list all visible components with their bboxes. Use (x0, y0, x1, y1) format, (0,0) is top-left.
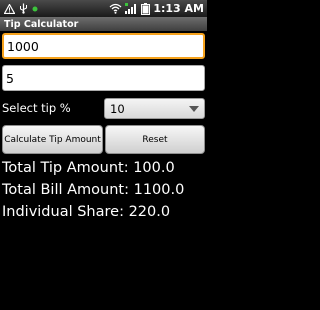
wifi-icon (109, 3, 122, 14)
app-title: Tip Calculator (4, 18, 79, 30)
people-count-field[interactable] (2, 65, 205, 91)
tip-percent-dropdown[interactable]: 10 (104, 98, 205, 119)
title-bar: Tip Calculator (0, 17, 207, 31)
total-bill-text: Total Bill Amount: 1100.0 (2, 182, 185, 198)
chevron-down-icon (189, 105, 199, 112)
warning-icon (4, 3, 15, 14)
bill-amount-input[interactable] (4, 35, 203, 57)
status-clock: 1:13 AM (153, 2, 204, 15)
signal-icon (125, 3, 138, 14)
total-tip-text: Total Tip Amount: 100.0 (2, 160, 175, 176)
calculate-tip-button[interactable]: Calculate Tip Amount (2, 125, 103, 154)
status-bar: 1:13 AM (0, 0, 207, 17)
individual-share-text: Individual Share: 220.0 (2, 204, 171, 220)
battery-icon (141, 2, 151, 15)
bill-amount-field[interactable] (2, 33, 205, 59)
select-tip-label: Select tip % (2, 101, 71, 115)
notification-dot-icon (32, 6, 38, 12)
usb-icon (19, 3, 28, 14)
people-count-input[interactable] (3, 66, 204, 90)
reset-button[interactable]: Reset (105, 125, 205, 154)
tip-percent-value: 10 (110, 101, 125, 116)
